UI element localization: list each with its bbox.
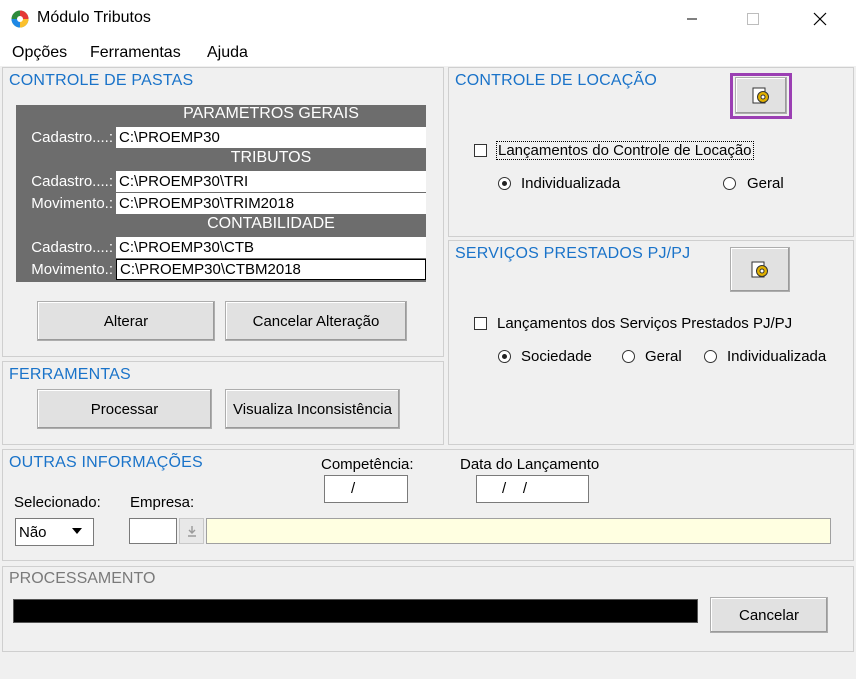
section-header-parametros: PARAMETROS GERAIS: [116, 105, 426, 127]
path-contabilidade-movimento[interactable]: C:\PROEMP30\CTBM2018: [116, 259, 426, 280]
locacao-radio-label-individualizada: Individualizada: [521, 175, 621, 192]
close-icon: [813, 12, 827, 26]
path-parametros-cadastro[interactable]: C:\PROEMP30: [116, 127, 426, 148]
empresa-code-input[interactable]: [129, 518, 177, 544]
label-cadastro: Cadastro....:: [16, 237, 116, 258]
servicos-title: SERVIÇOS PRESTADOS PJ/PJ: [455, 245, 691, 262]
maximize-button[interactable]: [730, 0, 776, 38]
path-tributos-cadastro[interactable]: C:\PROEMP30\TRI: [116, 171, 426, 192]
servicos-checkbox[interactable]: [474, 317, 487, 330]
locacao-checkbox[interactable]: [474, 144, 487, 157]
selecionado-select[interactable]: Não: [15, 518, 94, 546]
alterar-button[interactable]: Alterar: [37, 301, 215, 341]
app-logo-icon: [11, 10, 29, 28]
label-cadastro: Cadastro....:: [16, 127, 116, 148]
empresa-lookup-button[interactable]: [179, 518, 204, 544]
data-lancamento-label: Data do Lançamento: [460, 456, 600, 473]
selecionado-value: Não: [19, 524, 47, 541]
path-tributos-movimento[interactable]: C:\PROEMP30\TRIM2018: [116, 193, 426, 214]
path-contabilidade-cadastro[interactable]: C:\PROEMP30\CTB: [116, 237, 426, 258]
maximize-icon: [747, 13, 759, 25]
processamento-title: PROCESSAMENTO: [9, 570, 156, 587]
pastas-title: CONTROLE DE PASTAS: [9, 72, 194, 89]
window-bottom-edge: [0, 655, 856, 679]
locacao-config-button[interactable]: [735, 77, 787, 114]
servicos-radio-label-geral: Geral: [645, 348, 682, 365]
selecionado-label: Selecionado:: [14, 494, 101, 511]
visualiza-inconsistencia-button[interactable]: Visualiza Inconsistência: [225, 389, 400, 429]
minimize-icon: [687, 18, 697, 20]
progress-bar: [13, 599, 698, 623]
label-movimento: Movimento.:: [16, 193, 116, 214]
ferramentas-title: FERRAMENTAS: [9, 366, 131, 383]
label-movimento: Movimento.:: [16, 259, 116, 280]
data-lancamento-input[interactable]: / /: [476, 475, 589, 503]
window-title: Módulo Tributos: [37, 9, 151, 26]
servicos-radio-label-individualizada: Individualizada: [727, 348, 827, 365]
download-arrow-icon: [187, 526, 196, 537]
empresa-name-field[interactable]: [206, 518, 831, 544]
section-header-tributos: TRIBUTOS: [116, 149, 426, 171]
competencia-input[interactable]: /: [324, 475, 408, 503]
menu-ajuda[interactable]: Ajuda: [207, 44, 248, 62]
title-bar: Módulo Tributos: [0, 0, 856, 38]
section-header-contabilidade: CONTABILIDADE: [116, 215, 426, 237]
servicos-radio-sociedade[interactable]: [498, 350, 511, 363]
close-button[interactable]: [797, 0, 843, 38]
servicos-config-button[interactable]: [730, 247, 790, 292]
servicos-radio-geral[interactable]: [622, 350, 635, 363]
chevron-down-icon: [72, 528, 82, 534]
outras-title: OUTRAS INFORMAÇÕES: [9, 454, 203, 471]
competencia-label: Competência:: [321, 456, 414, 473]
gear-document-icon: [752, 87, 769, 103]
gear-document-icon: [751, 261, 768, 277]
servicos-group: [448, 240, 854, 445]
label-cadastro: Cadastro....:: [16, 171, 116, 192]
minimize-button[interactable]: [669, 0, 715, 38]
servicos-radio-individualizada[interactable]: [704, 350, 717, 363]
menu-bar: Opções Ferramentas Ajuda: [0, 38, 856, 66]
menu-opcoes[interactable]: Opções: [12, 44, 67, 62]
locacao-radio-label-geral: Geral: [747, 175, 784, 192]
servicos-checkbox-label[interactable]: Lançamentos dos Serviços Prestados PJ/PJ: [497, 315, 792, 332]
processar-button[interactable]: Processar: [37, 389, 212, 429]
empresa-label: Empresa:: [130, 494, 195, 511]
locacao-title: CONTROLE DE LOCAÇÃO: [455, 72, 658, 89]
cancelar-button[interactable]: Cancelar: [710, 597, 828, 633]
locacao-checkbox-label[interactable]: Lançamentos do Controle de Locação: [496, 141, 754, 160]
menu-ferramentas[interactable]: Ferramentas: [90, 44, 181, 62]
locacao-radio-individualizada[interactable]: [498, 177, 511, 190]
locacao-radio-geral[interactable]: [723, 177, 736, 190]
cancelar-alteracao-button[interactable]: Cancelar Alteração: [225, 301, 407, 341]
servicos-radio-label-sociedade: Sociedade: [521, 348, 592, 365]
